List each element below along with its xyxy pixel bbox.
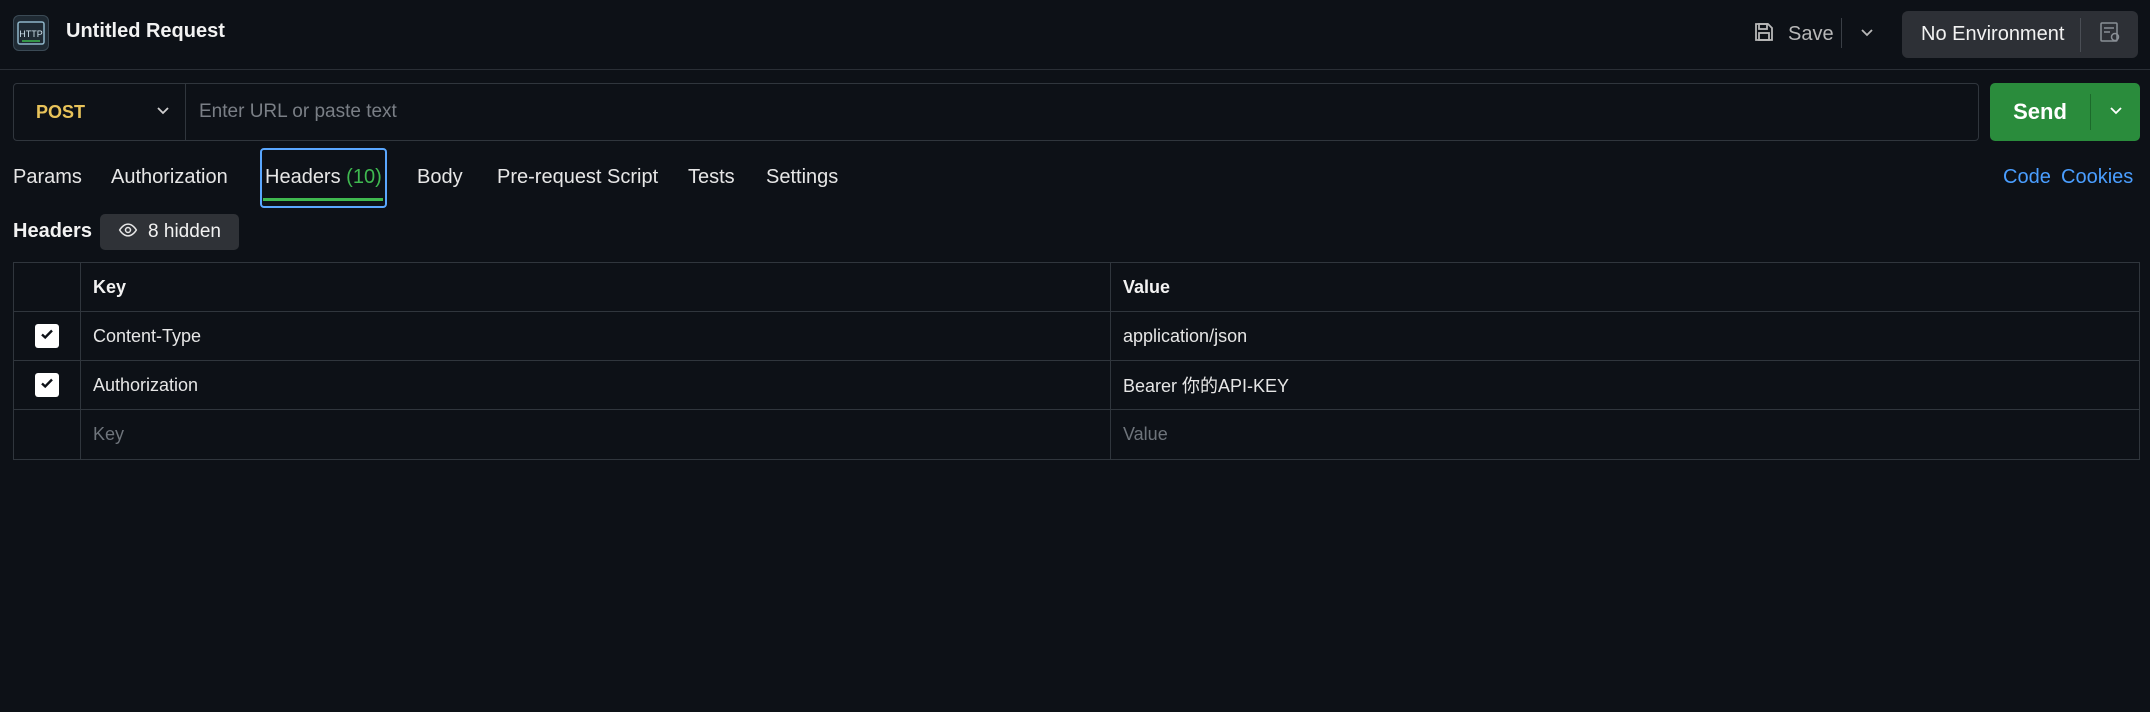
eye-icon (118, 220, 138, 245)
tab-body[interactable]: Body (417, 166, 463, 189)
environment-eye-icon (2098, 20, 2122, 49)
key-column-header: Key (81, 263, 1111, 311)
headers-section-title: Headers (13, 220, 92, 242)
chevron-down-icon (1859, 24, 1875, 45)
top-bar: HTTP Untitled Request Save No Environmen… (0, 0, 2150, 70)
http-app-icon: HTTP (13, 15, 49, 51)
tab-headers[interactable]: Headers (10) (265, 166, 382, 189)
tab-settings[interactable]: Settings (766, 166, 838, 189)
save-label: Save (1788, 22, 1834, 45)
row-enabled-checkbox[interactable] (35, 324, 59, 348)
row-check-cell (14, 361, 81, 409)
chevron-down-icon (2108, 102, 2124, 123)
check-column-header (14, 263, 81, 311)
environment-selector: No Environment (1902, 11, 2138, 58)
row-check-cell (14, 410, 81, 459)
cookies-link[interactable]: Cookies (2061, 166, 2133, 189)
headers-table: Key Value Content-Type application/json … (13, 262, 2140, 460)
checkmark-icon (39, 326, 55, 347)
method-selector[interactable]: POST (14, 84, 186, 140)
new-value-cell (1111, 410, 2139, 459)
url-bar: POST (13, 83, 1979, 141)
save-button[interactable]: Save (1752, 18, 1834, 50)
environment-settings-button[interactable] (2081, 20, 2138, 49)
url-input[interactable] (186, 84, 1978, 140)
active-tab-underline (263, 198, 383, 201)
svg-text:HTTP: HTTP (19, 29, 43, 39)
table-row: Content-Type application/json (14, 312, 2139, 361)
new-key-input[interactable] (93, 424, 1110, 445)
value-column-header: Value (1123, 276, 1171, 297)
save-options-button[interactable] (1853, 18, 1881, 50)
header-value-cell[interactable]: Bearer 你的API-KEY (1111, 361, 2139, 409)
table-row: Authorization Bearer 你的API-KEY (14, 361, 2139, 410)
checkmark-icon (39, 375, 55, 396)
header-key-cell[interactable]: Authorization (81, 361, 1111, 409)
chevron-down-icon (155, 102, 171, 123)
tab-pre-request-script[interactable]: Pre-request Script (497, 166, 658, 189)
tab-headers-label: Headers (265, 166, 341, 188)
environment-dropdown[interactable]: No Environment (1902, 23, 2080, 46)
tab-authorization[interactable]: Authorization (111, 166, 228, 189)
tab-headers-count: (10) (346, 166, 382, 188)
code-link[interactable]: Code (2003, 166, 2051, 189)
request-title[interactable]: Untitled Request (66, 20, 225, 43)
row-check-cell (14, 312, 81, 360)
new-key-cell (81, 410, 1111, 459)
tab-tests[interactable]: Tests (688, 166, 735, 189)
tab-params[interactable]: Params (13, 166, 82, 189)
new-value-input[interactable] (1123, 424, 2139, 445)
row-enabled-checkbox[interactable] (35, 373, 59, 397)
save-icon (1752, 20, 1776, 49)
hidden-count-label: 8 hidden (148, 221, 221, 242)
new-header-row (14, 410, 2139, 459)
send-button-group: Send (1990, 83, 2140, 141)
header-value-cell[interactable]: application/json (1111, 312, 2139, 360)
request-tabs: Params Authorization Headers (10) Body P… (0, 148, 2150, 208)
header-key-cell[interactable]: Content-Type (81, 312, 1111, 360)
method-label: POST (36, 101, 86, 122)
send-button[interactable]: Send (1990, 99, 2090, 125)
table-header-row: Key Value (14, 263, 2139, 312)
send-options-button[interactable] (2091, 102, 2140, 123)
hidden-headers-toggle[interactable]: 8 hidden (100, 214, 239, 250)
save-divider (1841, 18, 1842, 48)
